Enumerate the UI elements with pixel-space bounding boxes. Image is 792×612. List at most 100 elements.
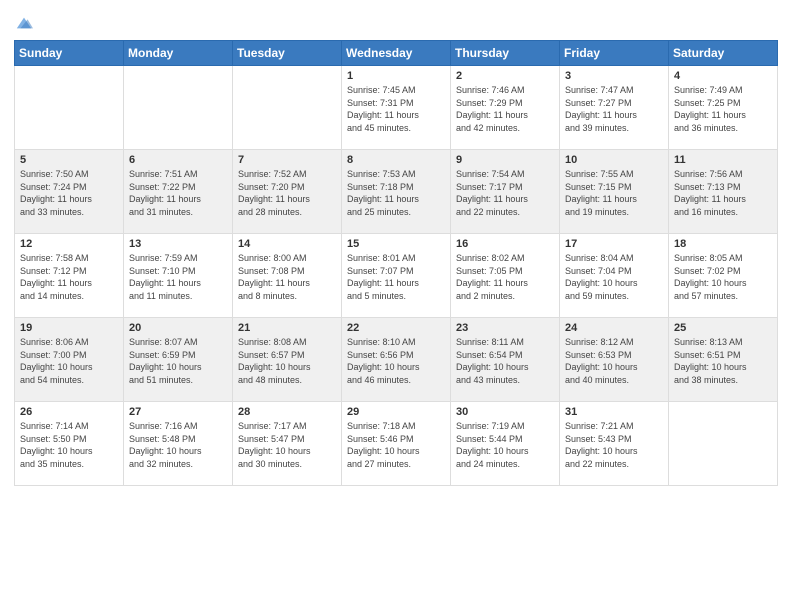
day-info: Sunrise: 7:59 AM Sunset: 7:10 PM Dayligh… (129, 252, 227, 302)
weekday-header-row: SundayMondayTuesdayWednesdayThursdayFrid… (15, 41, 778, 66)
day-info: Sunrise: 7:55 AM Sunset: 7:15 PM Dayligh… (565, 168, 663, 218)
day-info: Sunrise: 7:51 AM Sunset: 7:22 PM Dayligh… (129, 168, 227, 218)
calendar-cell: 17 Sunrise: 8:04 AM Sunset: 7:04 PM Dayli… (560, 234, 669, 318)
calendar-cell: 12 Sunrise: 7:58 AM Sunset: 7:12 PM Dayli… (15, 234, 124, 318)
day-info: Sunrise: 7:52 AM Sunset: 7:20 PM Dayligh… (238, 168, 336, 218)
day-number: 5 (20, 154, 118, 166)
day-number: 12 (20, 238, 118, 250)
calendar-row-3: 19 Sunrise: 8:06 AM Sunset: 7:00 PM Dayli… (15, 318, 778, 402)
day-info: Sunrise: 7:21 AM Sunset: 5:43 PM Dayligh… (565, 420, 663, 470)
calendar-table: SundayMondayTuesdayWednesdayThursdayFrid… (14, 40, 778, 486)
calendar-cell: 21Sunrise: 8:08 AM Sunset: 6:57 PM Dayli… (233, 318, 342, 402)
day-number: 25 (674, 322, 772, 334)
calendar-cell: 31 Sunrise: 7:21 AM Sunset: 5:43 PM Dayli… (560, 402, 669, 486)
day-number: 2 (456, 70, 554, 82)
calendar-row-0: 1 Sunrise: 7:45 AM Sunset: 7:31 PM Daylig… (15, 66, 778, 150)
day-number: 3 (565, 70, 663, 82)
calendar-cell: 13 Sunrise: 7:59 AM Sunset: 7:10 PM Dayli… (124, 234, 233, 318)
calendar-cell: 15Sunrise: 8:01 AM Sunset: 7:07 PM Dayli… (342, 234, 451, 318)
day-info: Sunrise: 7:56 AM Sunset: 7:13 PM Dayligh… (674, 168, 772, 218)
calendar-cell: 4 Sunrise: 7:49 AM Sunset: 7:25 PM Daylig… (669, 66, 778, 150)
day-info: Sunrise: 7:53 AM Sunset: 7:18 PM Dayligh… (347, 168, 445, 218)
day-info: Sunrise: 8:11 AM Sunset: 6:54 PM Dayligh… (456, 336, 554, 386)
day-info: Sunrise: 8:07 AM Sunset: 6:59 PM Dayligh… (129, 336, 227, 386)
day-number: 8 (347, 154, 445, 166)
day-number: 31 (565, 406, 663, 418)
day-info: Sunrise: 8:05 AM Sunset: 7:02 PM Dayligh… (674, 252, 772, 302)
day-number: 28 (238, 406, 336, 418)
day-number: 22 (347, 322, 445, 334)
calendar-cell: 9 Sunrise: 7:54 AM Sunset: 7:17 PM Daylig… (451, 150, 560, 234)
logo-icon (15, 14, 33, 32)
day-number: 27 (129, 406, 227, 418)
day-info: Sunrise: 8:02 AM Sunset: 7:05 PM Dayligh… (456, 252, 554, 302)
weekday-header-tuesday: Tuesday (233, 41, 342, 66)
day-number: 17 (565, 238, 663, 250)
calendar-cell: 5 Sunrise: 7:50 AM Sunset: 7:24 PM Daylig… (15, 150, 124, 234)
calendar-cell (15, 66, 124, 150)
calendar-cell: 1 Sunrise: 7:45 AM Sunset: 7:31 PM Daylig… (342, 66, 451, 150)
calendar-cell (669, 402, 778, 486)
weekday-header-sunday: Sunday (15, 41, 124, 66)
calendar-cell: 3 Sunrise: 7:47 AM Sunset: 7:27 PM Daylig… (560, 66, 669, 150)
day-info: Sunrise: 7:19 AM Sunset: 5:44 PM Dayligh… (456, 420, 554, 470)
weekday-header-thursday: Thursday (451, 41, 560, 66)
day-number: 29 (347, 406, 445, 418)
weekday-header-monday: Monday (124, 41, 233, 66)
day-info: Sunrise: 7:47 AM Sunset: 7:27 PM Dayligh… (565, 84, 663, 134)
day-info: Sunrise: 7:17 AM Sunset: 5:47 PM Dayligh… (238, 420, 336, 470)
day-info: Sunrise: 8:08 AM Sunset: 6:57 PM Dayligh… (238, 336, 336, 386)
calendar-cell: 28 Sunrise: 7:17 AM Sunset: 5:47 PM Dayli… (233, 402, 342, 486)
day-info: Sunrise: 7:46 AM Sunset: 7:29 PM Dayligh… (456, 84, 554, 134)
calendar-cell: 19 Sunrise: 8:06 AM Sunset: 7:00 PM Dayli… (15, 318, 124, 402)
day-number: 14 (238, 238, 336, 250)
day-info: Sunrise: 7:54 AM Sunset: 7:17 PM Dayligh… (456, 168, 554, 218)
weekday-header-wednesday: Wednesday (342, 41, 451, 66)
day-number: 15 (347, 238, 445, 250)
calendar-cell: 11 Sunrise: 7:56 AM Sunset: 7:13 PM Dayli… (669, 150, 778, 234)
weekday-header-friday: Friday (560, 41, 669, 66)
day-number: 16 (456, 238, 554, 250)
calendar-row-4: 26 Sunrise: 7:14 AM Sunset: 5:50 PM Dayli… (15, 402, 778, 486)
day-info: Sunrise: 7:14 AM Sunset: 5:50 PM Dayligh… (20, 420, 118, 470)
calendar-cell: 29Sunrise: 7:18 AM Sunset: 5:46 PM Dayli… (342, 402, 451, 486)
day-number: 30 (456, 406, 554, 418)
logo (14, 14, 33, 32)
calendar-cell: 30 Sunrise: 7:19 AM Sunset: 5:44 PM Dayli… (451, 402, 560, 486)
calendar-row-1: 5 Sunrise: 7:50 AM Sunset: 7:24 PM Daylig… (15, 150, 778, 234)
calendar-cell: 26 Sunrise: 7:14 AM Sunset: 5:50 PM Dayli… (15, 402, 124, 486)
day-number: 4 (674, 70, 772, 82)
day-number: 1 (347, 70, 445, 82)
day-info: Sunrise: 8:00 AM Sunset: 7:08 PM Dayligh… (238, 252, 336, 302)
calendar-cell (233, 66, 342, 150)
day-number: 20 (129, 322, 227, 334)
day-info: Sunrise: 8:13 AM Sunset: 6:51 PM Dayligh… (674, 336, 772, 386)
day-number: 10 (565, 154, 663, 166)
day-number: 23 (456, 322, 554, 334)
day-info: Sunrise: 7:58 AM Sunset: 7:12 PM Dayligh… (20, 252, 118, 302)
day-number: 11 (674, 154, 772, 166)
day-info: Sunrise: 7:50 AM Sunset: 7:24 PM Dayligh… (20, 168, 118, 218)
calendar-cell: 2 Sunrise: 7:46 AM Sunset: 7:29 PM Daylig… (451, 66, 560, 150)
calendar-cell: 24Sunrise: 8:12 AM Sunset: 6:53 PM Dayli… (560, 318, 669, 402)
calendar-cell: 27Sunrise: 7:16 AM Sunset: 5:48 PM Dayli… (124, 402, 233, 486)
calendar-cell: 10 Sunrise: 7:55 AM Sunset: 7:15 PM Dayli… (560, 150, 669, 234)
day-info: Sunrise: 8:12 AM Sunset: 6:53 PM Dayligh… (565, 336, 663, 386)
calendar-cell: 23 Sunrise: 8:11 AM Sunset: 6:54 PM Dayli… (451, 318, 560, 402)
day-number: 7 (238, 154, 336, 166)
calendar-cell: 25 Sunrise: 8:13 AM Sunset: 6:51 PM Dayli… (669, 318, 778, 402)
weekday-header-saturday: Saturday (669, 41, 778, 66)
calendar-cell: 16 Sunrise: 8:02 AM Sunset: 7:05 PM Dayli… (451, 234, 560, 318)
calendar-row-2: 12 Sunrise: 7:58 AM Sunset: 7:12 PM Dayli… (15, 234, 778, 318)
page-header (14, 10, 778, 32)
day-info: Sunrise: 8:04 AM Sunset: 7:04 PM Dayligh… (565, 252, 663, 302)
day-number: 26 (20, 406, 118, 418)
day-number: 13 (129, 238, 227, 250)
calendar-cell (124, 66, 233, 150)
day-number: 19 (20, 322, 118, 334)
day-info: Sunrise: 8:06 AM Sunset: 7:00 PM Dayligh… (20, 336, 118, 386)
day-info: Sunrise: 7:49 AM Sunset: 7:25 PM Dayligh… (674, 84, 772, 134)
day-number: 9 (456, 154, 554, 166)
calendar-cell: 14 Sunrise: 8:00 AM Sunset: 7:08 PM Dayli… (233, 234, 342, 318)
day-info: Sunrise: 7:45 AM Sunset: 7:31 PM Dayligh… (347, 84, 445, 134)
